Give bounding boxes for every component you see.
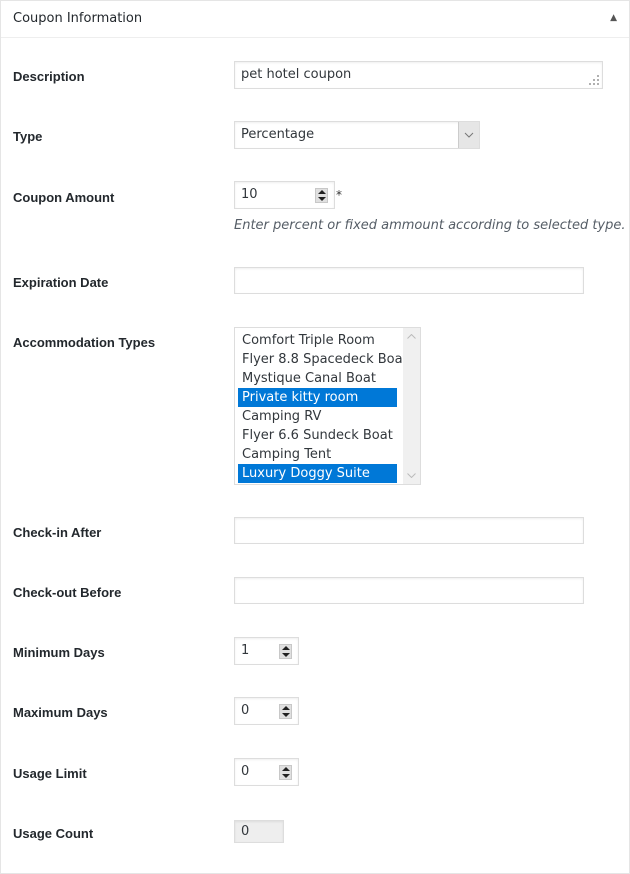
coupon-amount-input[interactable]: 10 <box>234 181 335 209</box>
spinner-icon[interactable] <box>279 704 292 719</box>
type-label: Type <box>13 129 43 144</box>
accommodation-option[interactable]: Camping RV <box>238 407 397 426</box>
spinner-icon[interactable] <box>279 644 292 659</box>
maximum-days-input[interactable]: 0 <box>234 697 299 725</box>
chevron-up-icon[interactable] <box>407 334 416 339</box>
accommodation-option[interactable]: Flyer 6.6 Sundeck Boat <box>238 426 397 445</box>
resize-handle-icon[interactable] <box>589 75 599 85</box>
check-in-after-label: Check-in After <box>13 525 102 540</box>
coupon-amount-hint: Enter percent or fixed ammount according… <box>234 218 626 233</box>
chevron-down-icon[interactable] <box>458 122 479 148</box>
accommodation-option[interactable]: Private kitty room <box>238 388 397 407</box>
usage-count-readonly: 0 <box>234 820 284 843</box>
coupon-amount-label: Coupon Amount <box>13 190 115 205</box>
minimum-days-value: 1 <box>241 643 250 658</box>
type-select[interactable]: Percentage <box>234 121 480 149</box>
description-label: Description <box>13 69 85 84</box>
spinner-icon[interactable] <box>279 765 292 780</box>
required-marker: * <box>336 188 342 202</box>
accommodation-option[interactable]: Comfort Triple Room <box>238 331 397 350</box>
coupon-amount-value: 10 <box>241 187 258 202</box>
usage-limit-label: Usage Limit <box>13 766 87 781</box>
check-out-before-label: Check-out Before <box>13 585 122 600</box>
type-selected-value: Percentage <box>241 127 315 142</box>
maximum-days-value: 0 <box>241 703 250 718</box>
list-scrollbar[interactable] <box>403 328 420 484</box>
check-in-after-input[interactable] <box>234 517 584 544</box>
usage-limit-value: 0 <box>241 764 250 779</box>
maximum-days-label: Maximum Days <box>13 705 108 720</box>
chevron-down-icon[interactable] <box>407 473 416 478</box>
expiration-date-input[interactable] <box>234 267 584 294</box>
usage-count-label: Usage Count <box>13 826 94 841</box>
description-textarea[interactable]: pet hotel coupon <box>234 61 603 89</box>
panel-title: Coupon Information <box>13 11 143 26</box>
coupon-information-panel: Coupon Information ▲ Description pet hot… <box>0 0 630 874</box>
panel-header[interactable]: Coupon Information ▲ <box>1 1 629 38</box>
description-value: pet hotel coupon <box>241 67 352 82</box>
usage-limit-input[interactable]: 0 <box>234 758 299 786</box>
triangle-up-icon[interactable]: ▲ <box>610 13 617 23</box>
check-out-before-input[interactable] <box>234 577 584 604</box>
minimum-days-input[interactable]: 1 <box>234 637 299 665</box>
expiration-date-label: Expiration Date <box>13 275 109 290</box>
minimum-days-label: Minimum Days <box>13 645 105 660</box>
accommodation-option[interactable]: Flyer 8.8 Spacedeck Boat <box>238 350 408 369</box>
spinner-icon[interactable] <box>315 188 328 203</box>
accommodation-option[interactable]: Luxury Doggy Suite <box>238 464 397 483</box>
accommodation-types-multiselect[interactable]: Comfort Triple Room Flyer 8.8 Spacedeck … <box>234 327 421 485</box>
usage-count-value: 0 <box>241 824 250 839</box>
accommodation-option[interactable]: Camping Tent <box>238 445 397 464</box>
accommodation-option[interactable]: Mystique Canal Boat <box>238 369 397 388</box>
accommodation-types-label: Accommodation Types <box>13 335 156 350</box>
